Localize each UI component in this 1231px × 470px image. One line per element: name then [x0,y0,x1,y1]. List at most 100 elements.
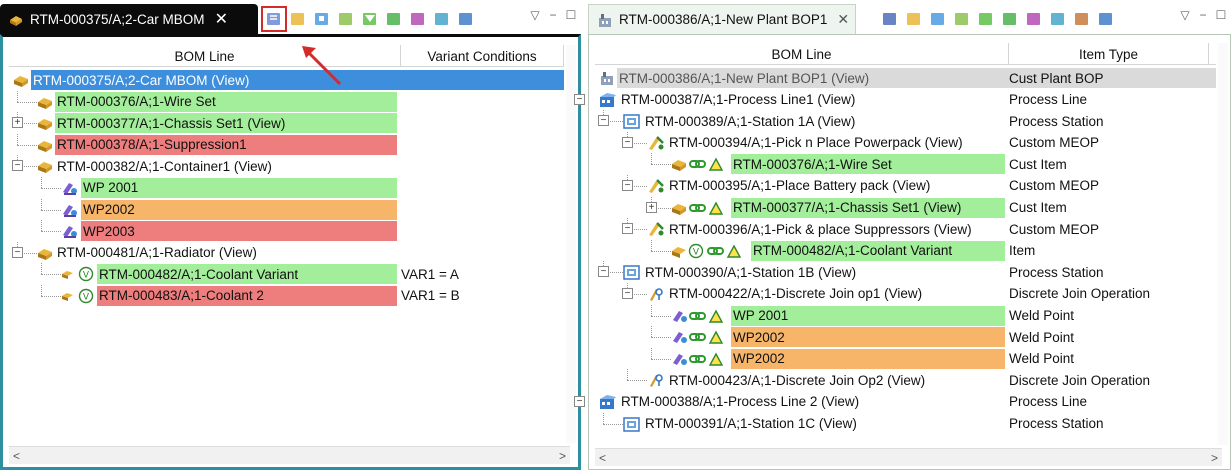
tree-row[interactable]: − RTM-000422/A;1-Discrete Join op1 (View)… [595,282,1216,305]
left-vertical-scrollbar[interactable] [566,45,576,443]
tree-row[interactable]: + RTM-000377/A;1-Chassis Set1 (View) [9,112,564,134]
tree-row[interactable]: RTM-000423/A;1-Discrete Join Op2 (View) D… [595,369,1216,391]
expand-all-button[interactable] [904,9,924,29]
layout-menu-button[interactable] [880,9,900,29]
filter-check-button[interactable] [384,9,404,29]
tree-item-label[interactable]: RTM-000481/A;1-Radiator (View) [55,243,261,263]
tree-row[interactable]: − RTM-000389/A;1-Station 1A (View) Process… [595,110,1216,132]
tree-row[interactable]: WP 2001 [9,176,564,199]
scroll-right-icon[interactable]: > [559,449,566,463]
tree-row[interactable]: RTM-000376/A;1-Wire Set Cust Item [595,153,1216,175]
tree-row[interactable]: RTM-000391/A;1-Station 1C (View) Process … [595,412,1216,435]
close-icon[interactable]: ✕ [837,11,849,28]
collapse-icon[interactable]: − [598,266,609,278]
tree-item-label[interactable]: RTM-000377/A;1-Chassis Set1 (View) [55,113,397,134]
minimize-icon[interactable]: − [1197,8,1209,22]
tree-item-label[interactable]: RTM-000396/A;1-Pick & place Suppressors … [667,219,976,239]
expand-icon[interactable]: + [646,201,657,213]
tree-item-label[interactable]: RTM-000482/A;1-Coolant Variant [751,240,1005,261]
tree-item-label[interactable]: RTM-000376/A;1-Wire Set [731,154,1005,175]
tree-item-label[interactable]: RTM-000391/A;1-Station 1C (View) [643,414,861,434]
structure-button[interactable] [928,9,948,29]
filter-green-button[interactable] [360,9,380,29]
collapse-icon[interactable]: − [574,395,585,407]
variant-filter-button[interactable] [1024,9,1044,29]
scroll-right-icon[interactable]: > [1211,451,1218,465]
column-bom-line[interactable]: BOM Line [595,43,1009,65]
expand-icon[interactable]: + [12,117,23,129]
tree-item-label[interactable]: RTM-000390/A;1-Station 1B (View) [643,262,860,282]
collapse-icon[interactable]: − [622,223,633,235]
close-icon[interactable]: ✕ [215,9,228,29]
tree-filter-button[interactable] [456,9,476,29]
column-item-type[interactable]: Item Type [1009,43,1209,65]
variant-filter-button[interactable] [408,9,428,29]
compare-button[interactable] [952,9,972,29]
tree-filter-button[interactable] [1096,9,1116,29]
filter-green-button[interactable] [976,9,996,29]
tree-row[interactable]: RTM-000386/A;1-New Plant BOP1 (View) Cust… [595,67,1216,89]
tree-item-label[interactable]: RTM-000382/A;1-Container1 (View) [55,156,276,176]
right-vertical-scrollbar[interactable] [1218,43,1228,445]
left-horizontal-scrollbar[interactable]: < > [9,446,570,464]
tree-row[interactable]: WP2002 [9,198,564,221]
tree-row[interactable]: WP2002 Weld Point [595,326,1216,348]
tree-row[interactable]: V RTM-000483/A;1-Coolant 2 VAR1 = B [9,284,564,307]
tree-item-label[interactable]: WP2003 [81,221,397,242]
tree-item-label[interactable]: WP2002 [81,199,397,220]
scroll-left-icon[interactable]: < [599,451,606,465]
tree-item-label[interactable]: RTM-000388/A;1-Process Line 2 (View) [619,392,863,412]
tree-item-label[interactable]: RTM-000395/A;1-Place Battery pack (View) [667,176,934,196]
tree-item-label[interactable]: RTM-000394/A;1-Pick n Place Powerpack (V… [667,133,967,153]
expand-all-button[interactable] [288,9,308,29]
show-assignments-button[interactable] [261,6,287,32]
tree-row[interactable]: − RTM-000394/A;1-Pick n Place Powerpack (… [595,131,1216,154]
tree-row[interactable]: WP2003 [9,220,564,242]
filter-check-button[interactable] [1000,9,1020,29]
tree-item-label[interactable]: WP 2001 [731,305,1005,326]
tree-item-label[interactable]: RTM-000378/A;1-Suppression1 [55,134,397,155]
tree-item-label[interactable]: RTM-000386/A;1-New Plant BOP1 (View) [617,68,1216,88]
edit-filter-button[interactable] [432,9,452,29]
scroll-left-icon[interactable]: < [13,449,20,463]
maximize-icon[interactable]: ☐ [565,8,577,22]
tree-item-label[interactable]: RTM-000387/A;1-Process Line1 (View) [619,90,859,110]
tree-row[interactable]: − RTM-000387/A;1-Process Line1 (View) Proc… [574,89,1216,111]
tree-item-label[interactable]: WP 2001 [81,177,397,198]
view-menu-icon[interactable]: ▽ [529,8,541,22]
minimize-icon[interactable]: − [547,8,559,22]
column-variant-conditions[interactable]: Variant Conditions [401,45,564,67]
tree-row[interactable]: RTM-000378/A;1-Suppression1 [9,133,564,156]
collapse-icon[interactable]: − [12,246,23,258]
tree-item-label[interactable]: RTM-000482/A;1-Coolant Variant [97,264,397,285]
tree-row[interactable]: V RTM-000482/A;1-Coolant Variant Item [595,239,1216,262]
tree-item-label[interactable]: RTM-000376/A;1-Wire Set [55,91,397,112]
tab-car-mbom[interactable]: RTM-000375/A;2-Car MBOM ✕ [0,4,258,34]
edit-filter-button[interactable] [1048,9,1068,29]
tree-item-label[interactable]: WP2002 [731,327,1005,348]
tree-row[interactable]: + RTM-000377/A;1-Chassis Set1 (View) Cust … [595,196,1216,219]
tree-row[interactable]: WP 2001 Weld Point [595,304,1216,327]
tree-row[interactable]: V RTM-000482/A;1-Coolant Variant VAR1 = A [9,263,564,285]
maximize-icon[interactable]: ☐ [1215,8,1227,22]
tree-row[interactable]: − RTM-000395/A;1-Place Battery pack (View… [595,174,1216,197]
tree-row[interactable]: RTM-000375/A;2-Car MBOM (View) [9,69,564,91]
collapse-icon[interactable]: − [598,115,609,127]
tree-row[interactable]: RTM-000376/A;1-Wire Set [9,90,564,113]
tree-item-label[interactable]: RTM-000377/A;1-Chassis Set1 (View) [731,197,1005,218]
tree-row[interactable]: − RTM-000390/A;1-Station 1B (View) Process… [595,261,1216,283]
compare-button[interactable] [336,9,356,29]
tab-new-plant-bop[interactable]: RTM-000386/A;1-New Plant BOP1 ✕ [588,4,856,34]
structure-button[interactable] [312,9,332,29]
tree-item-label[interactable]: WP2002 [731,348,1005,369]
tree-item-label[interactable]: RTM-000389/A;1-Station 1A (View) [643,111,859,131]
collapse-icon[interactable]: − [622,179,633,191]
tree-item-label[interactable]: RTM-000422/A;1-Discrete Join op1 (View) [667,284,926,304]
collapse-icon[interactable]: − [12,160,23,172]
view-menu-icon[interactable]: ▽ [1179,8,1191,22]
tree-item-label[interactable]: RTM-000423/A;1-Discrete Join Op2 (View) [667,370,929,390]
tree-item-label[interactable]: RTM-000483/A;1-Coolant 2 [97,285,397,306]
collapse-icon[interactable]: − [622,287,633,299]
right-horizontal-scrollbar[interactable]: < > [595,448,1222,466]
tree-row[interactable]: − RTM-000396/A;1-Pick & place Suppressors… [595,218,1216,240]
